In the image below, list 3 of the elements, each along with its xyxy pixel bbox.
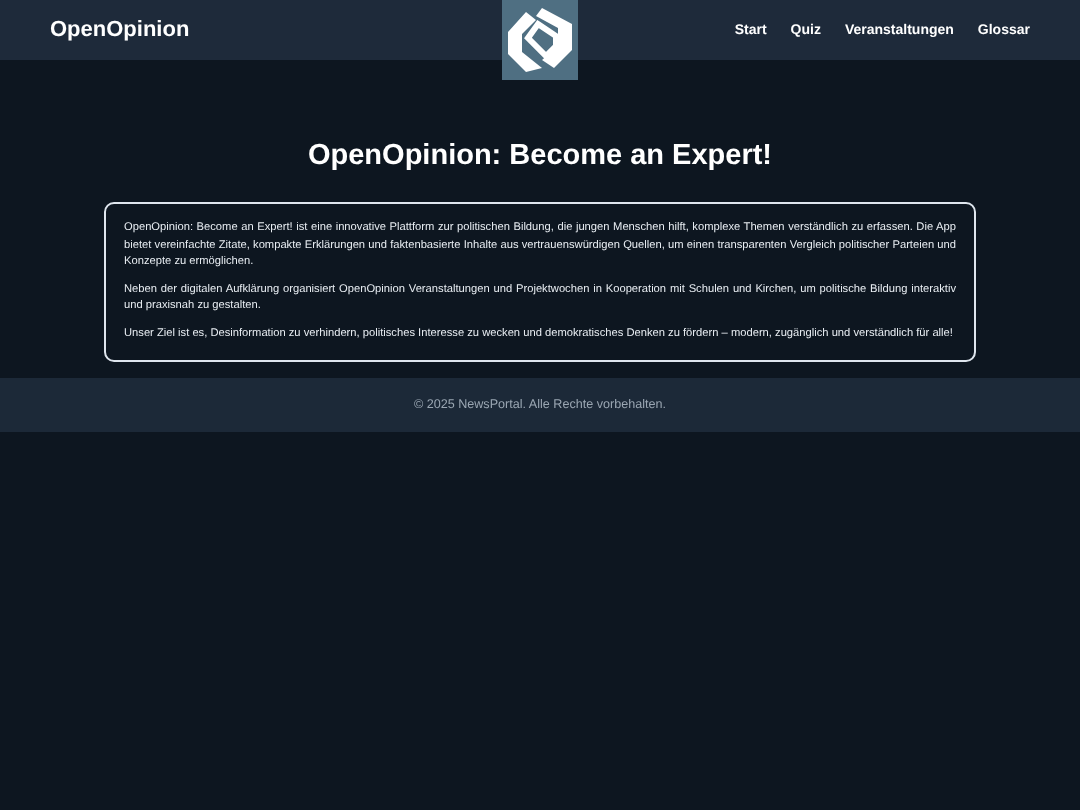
logo-icon[interactable]	[502, 0, 578, 80]
brand-name: OpenOpinion	[50, 18, 190, 42]
page-title: OpenOpinion: Become an Expert!	[305, 140, 775, 172]
